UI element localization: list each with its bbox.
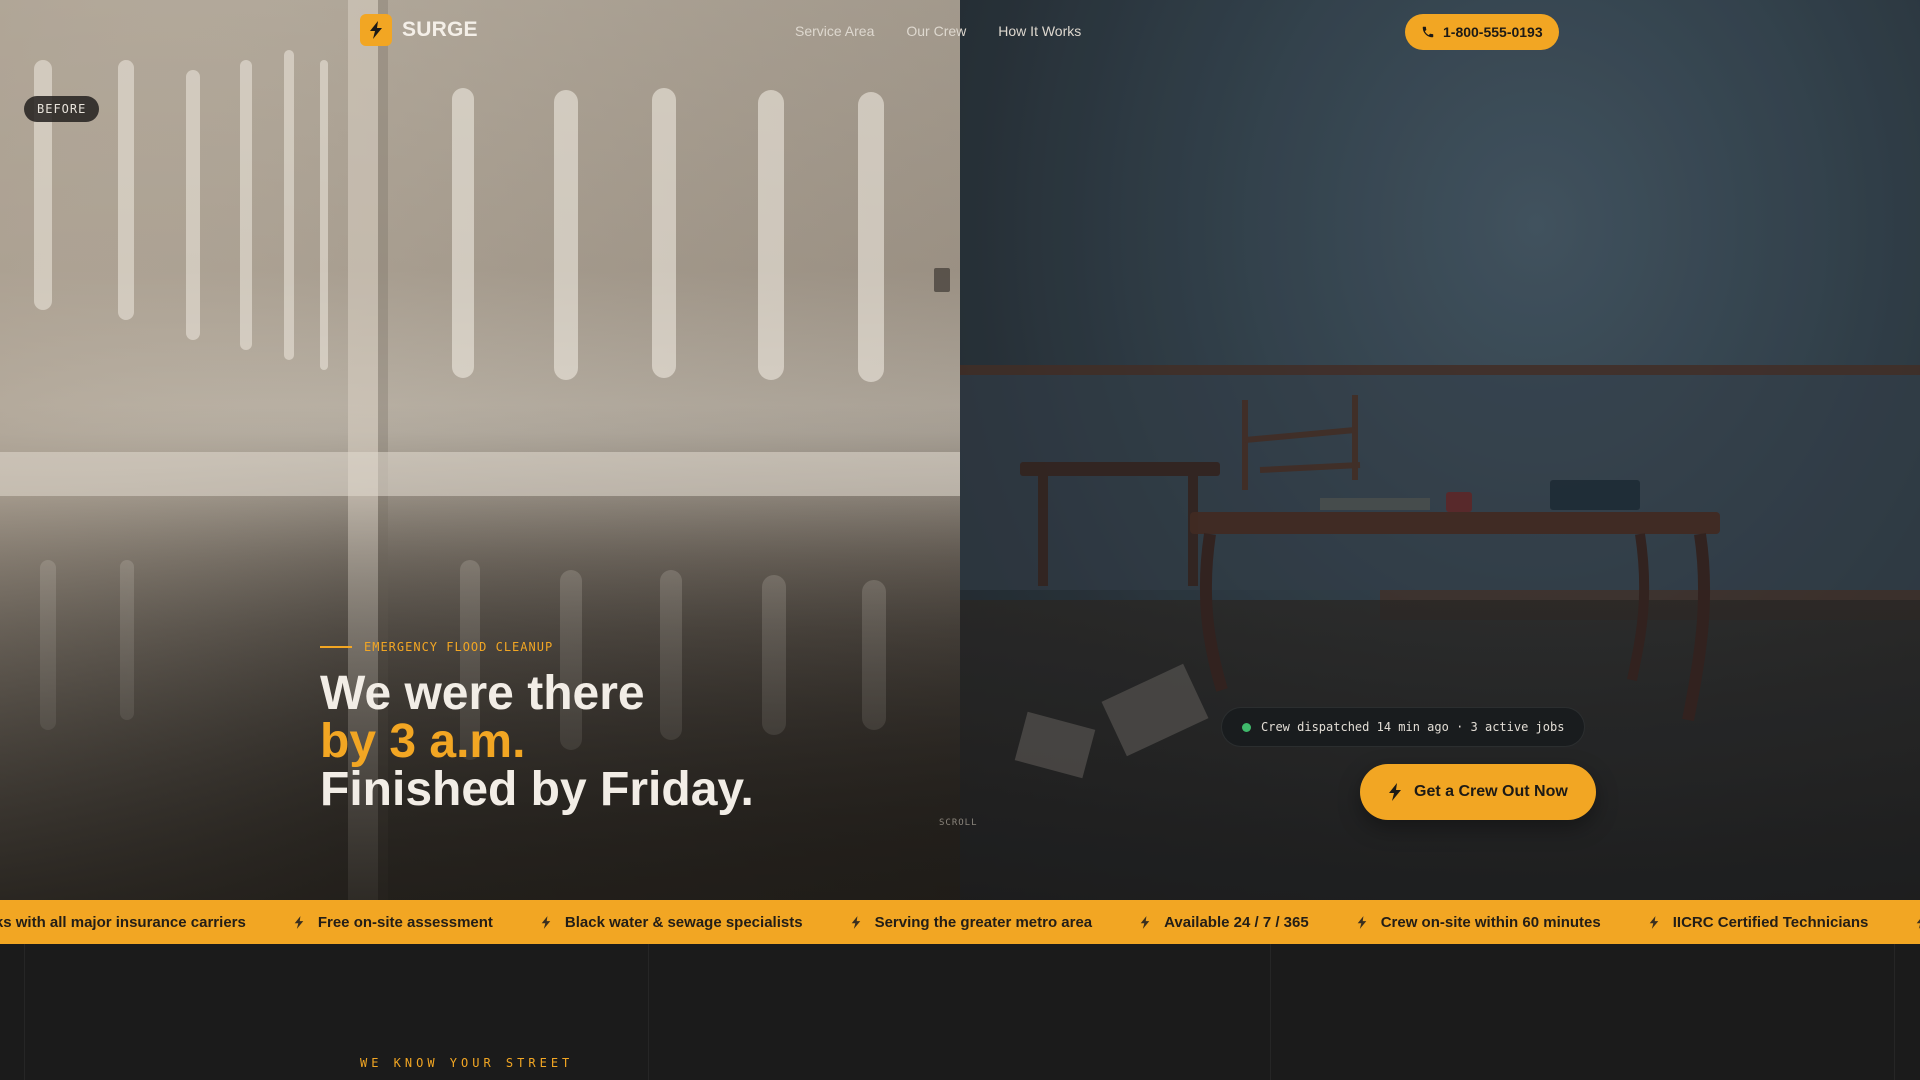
features-ticker: Works with all major insurance carriers F… [0,900,1920,944]
phone-number: 1-800-555-0193 [1443,24,1543,40]
lightning-bolt-icon [360,14,392,46]
lightning-bolt-icon [1357,915,1367,929]
ticker-item-label: Crew on-site within 60 minutes [1380,913,1601,931]
nav-links: Service Area Our Crew How It Works [795,23,1081,39]
headline-line-1: We were there [320,667,645,720]
lightning-bolt-icon [541,915,551,929]
ticker-item: Works with all major insurance carriers [0,914,246,931]
hero-eyebrow: EMERGENCY FLOOD CLEANUP [320,640,754,654]
lightning-bolt-icon [294,915,304,929]
brand-logo[interactable]: SURGE [360,14,478,46]
headline-line-2: by 3 a.m. [320,715,526,768]
ticker-item: Serving the greater metro area [851,913,1093,931]
ticker-item: Crew on-site within 60 minutes [1357,914,1601,931]
section-eyebrow: WE KNOW YOUR STREET [360,1056,574,1070]
grid-line [648,944,649,1080]
ticker-item: IICRC Certified Technicians [1649,913,1869,931]
hero-section: SURGE Service Area Our Crew How It Works… [0,0,1920,900]
ticker-item-label: Works with all major insurance carriers [0,913,246,931]
lightning-bolt-icon [1916,916,1920,929]
grid-line [1270,944,1271,1080]
ticker-item-label: Available 24 / 7 / 365 [1164,913,1309,931]
phone-call-button[interactable]: 1-800-555-0193 [1405,14,1559,50]
ticker-item-label: Black water & sewage specialists [564,913,803,931]
nav-link-how-it-works[interactable]: How It Works [998,23,1081,39]
hero-copy: EMERGENCY FLOOD CLEANUP We were there by… [320,640,754,814]
ticker-item-label: Free on-site assessment [317,913,493,931]
grid-line [1894,944,1895,1080]
headline-line-3: Finished by Friday. [320,763,754,816]
grid-line [24,944,25,1080]
lightning-bolt-icon [1140,915,1150,929]
nav-link-our-crew[interactable]: Our Crew [906,23,966,39]
lightning-bolt-icon [1388,783,1402,801]
status-dot [1242,722,1251,732]
get-crew-button-label: Get a Crew Out Now [1414,783,1568,800]
brand-name: SURGE [402,18,478,41]
dispatch-status-pill: Crew dispatched 14 min ago · 3 active jo… [1221,707,1586,747]
ticker-item-label: IICRC Certified Technicians [1672,913,1869,931]
eyebrow-rule [320,646,352,648]
dispatch-status-text: Crew dispatched 14 min ago · 3 active jo… [1261,720,1565,734]
lower-section: WE KNOW YOUR STREET [0,944,1920,1080]
phone-icon [1421,25,1435,39]
ticker-item: Works with all major insurance carriers [1916,914,1920,931]
ticker-item-label: Serving the greater metro area [874,913,1093,931]
before-badge: BEFORE [24,96,100,122]
top-nav: SURGE Service Area Our Crew How It Works… [360,14,1560,50]
hero-eyebrow-text: EMERGENCY FLOOD CLEANUP [364,640,554,654]
ticker-item: Free on-site assessment [294,914,493,931]
nav-link-service-area[interactable]: Service Area [795,23,874,39]
ticker-item: Black water & sewage specialists [541,914,803,931]
lightning-bolt-icon [1649,915,1659,929]
lightning-bolt-icon [851,915,861,929]
ticker-item: Available 24 / 7 / 365 [1140,914,1309,931]
ticker-track: Works with all major insurance carriers F… [0,900,1920,944]
scroll-indicator[interactable]: SCROLL [939,818,978,828]
hero-headline: We were there by 3 a.m. Finished by Frid… [320,670,754,814]
get-crew-button[interactable]: Get a Crew Out Now [1360,764,1596,820]
